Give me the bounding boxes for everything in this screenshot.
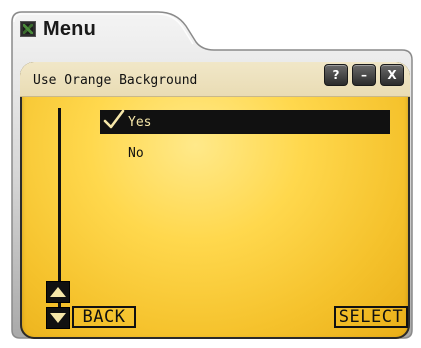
select-button[interactable]: SELECT [334,306,408,328]
window-title-bar: Menu [20,14,96,44]
option-no[interactable]: No [100,141,390,165]
minimize-icon: – [361,68,367,82]
window-controls: ? – X [324,64,404,86]
select-label: SELECT [338,307,404,327]
menu-window: Menu Use Orange Background ? – X Yes No … [8,8,416,342]
help-button[interactable]: ? [324,64,348,86]
checkmark-icon [103,109,125,129]
screen-header: Use Orange Background ? – X [20,62,410,97]
close-button[interactable]: X [380,64,404,86]
scroll-down-button[interactable] [46,307,70,329]
back-button[interactable]: BACK [72,306,136,328]
arrow-up-icon [50,287,66,297]
option-label: Yes [128,114,152,130]
menu-screen: Use Orange Background ? – X Yes No BACK … [20,62,410,339]
option-label: No [128,145,144,161]
arrow-down-icon [50,313,66,323]
app-icon [20,21,36,37]
screen-title: Use Orange Background [33,73,198,88]
minimize-button[interactable]: – [352,64,376,86]
back-label: BACK [82,307,126,327]
option-yes[interactable]: Yes [100,109,390,134]
help-icon: ? [332,68,340,82]
window-title: Menu [43,17,97,40]
scroll-up-button[interactable] [46,281,70,303]
close-icon: X [387,68,397,82]
